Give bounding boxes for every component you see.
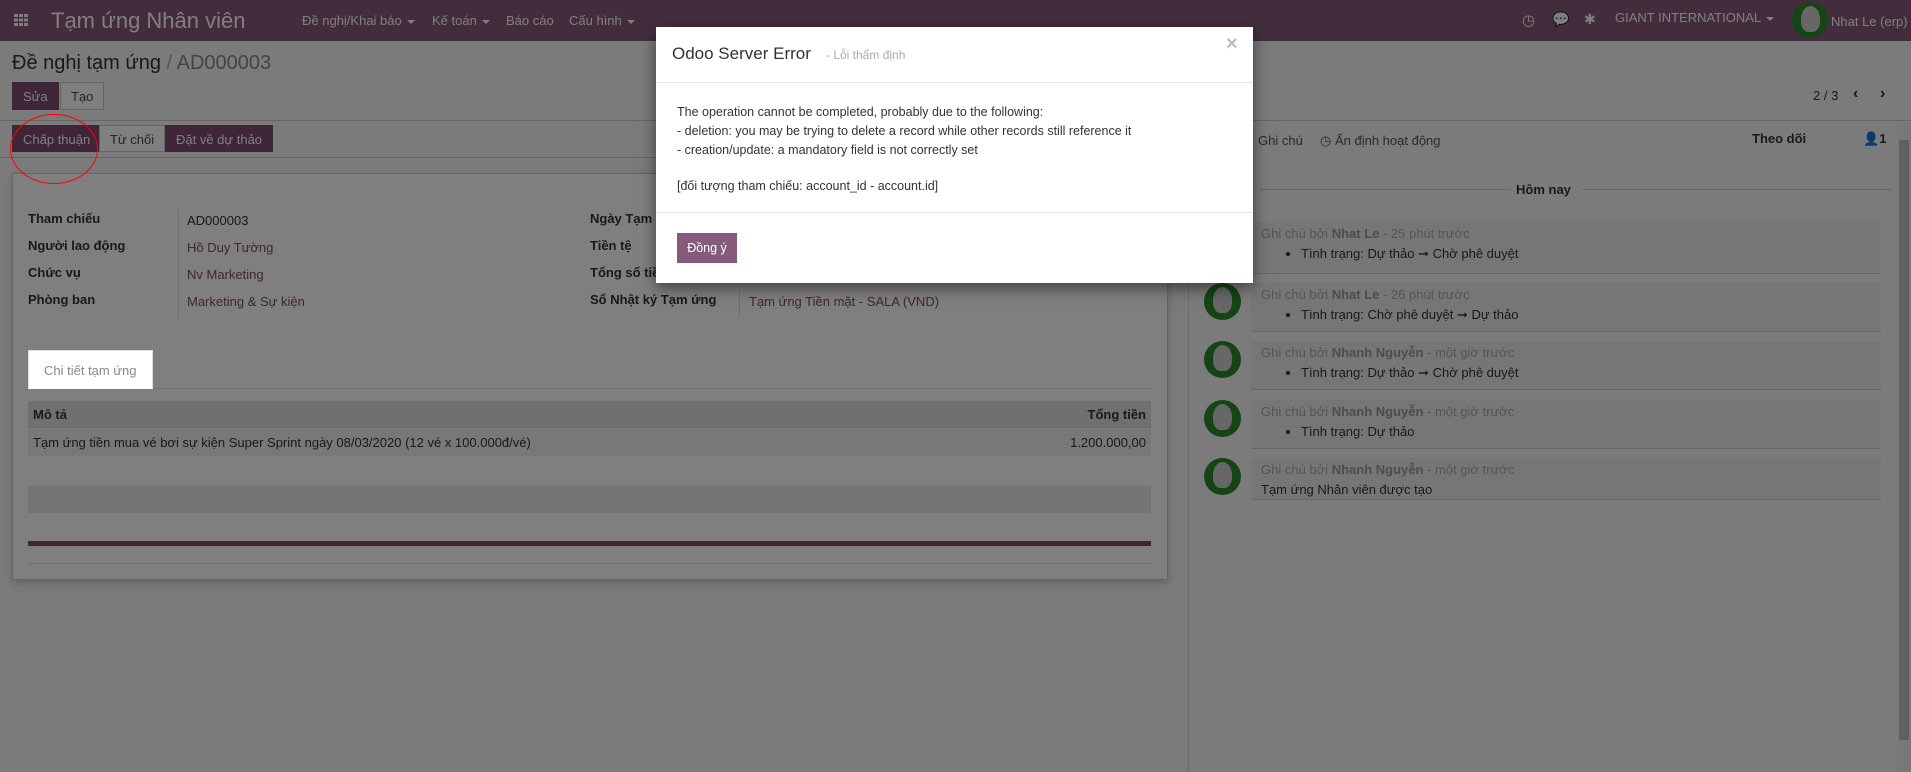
error-reference: [đối tượng tham chiếu: account_id - acco… (677, 179, 939, 193)
error-line: The operation cannot be completed, proba… (677, 105, 1044, 119)
dialog-body: The operation cannot be completed, proba… (677, 103, 1131, 196)
ok-button[interactable]: Đồng ý (677, 233, 737, 263)
red-annotation-circle (10, 114, 98, 184)
dialog-subtitle: - Lỗi thẩm định (826, 48, 906, 62)
error-dialog: Odoo Server Error - Lỗi thẩm định × The … (656, 27, 1253, 283)
dialog-title: Odoo Server Error (672, 44, 811, 63)
error-line: - deletion: you may be trying to delete … (677, 124, 1132, 138)
tab-advance-details[interactable]: Chi tiết tạm ứng (28, 350, 153, 389)
divider (656, 212, 1253, 213)
close-icon[interactable]: × (1226, 33, 1238, 56)
error-line: - creation/update: a mandatory field is … (677, 143, 978, 157)
divider (656, 82, 1253, 83)
